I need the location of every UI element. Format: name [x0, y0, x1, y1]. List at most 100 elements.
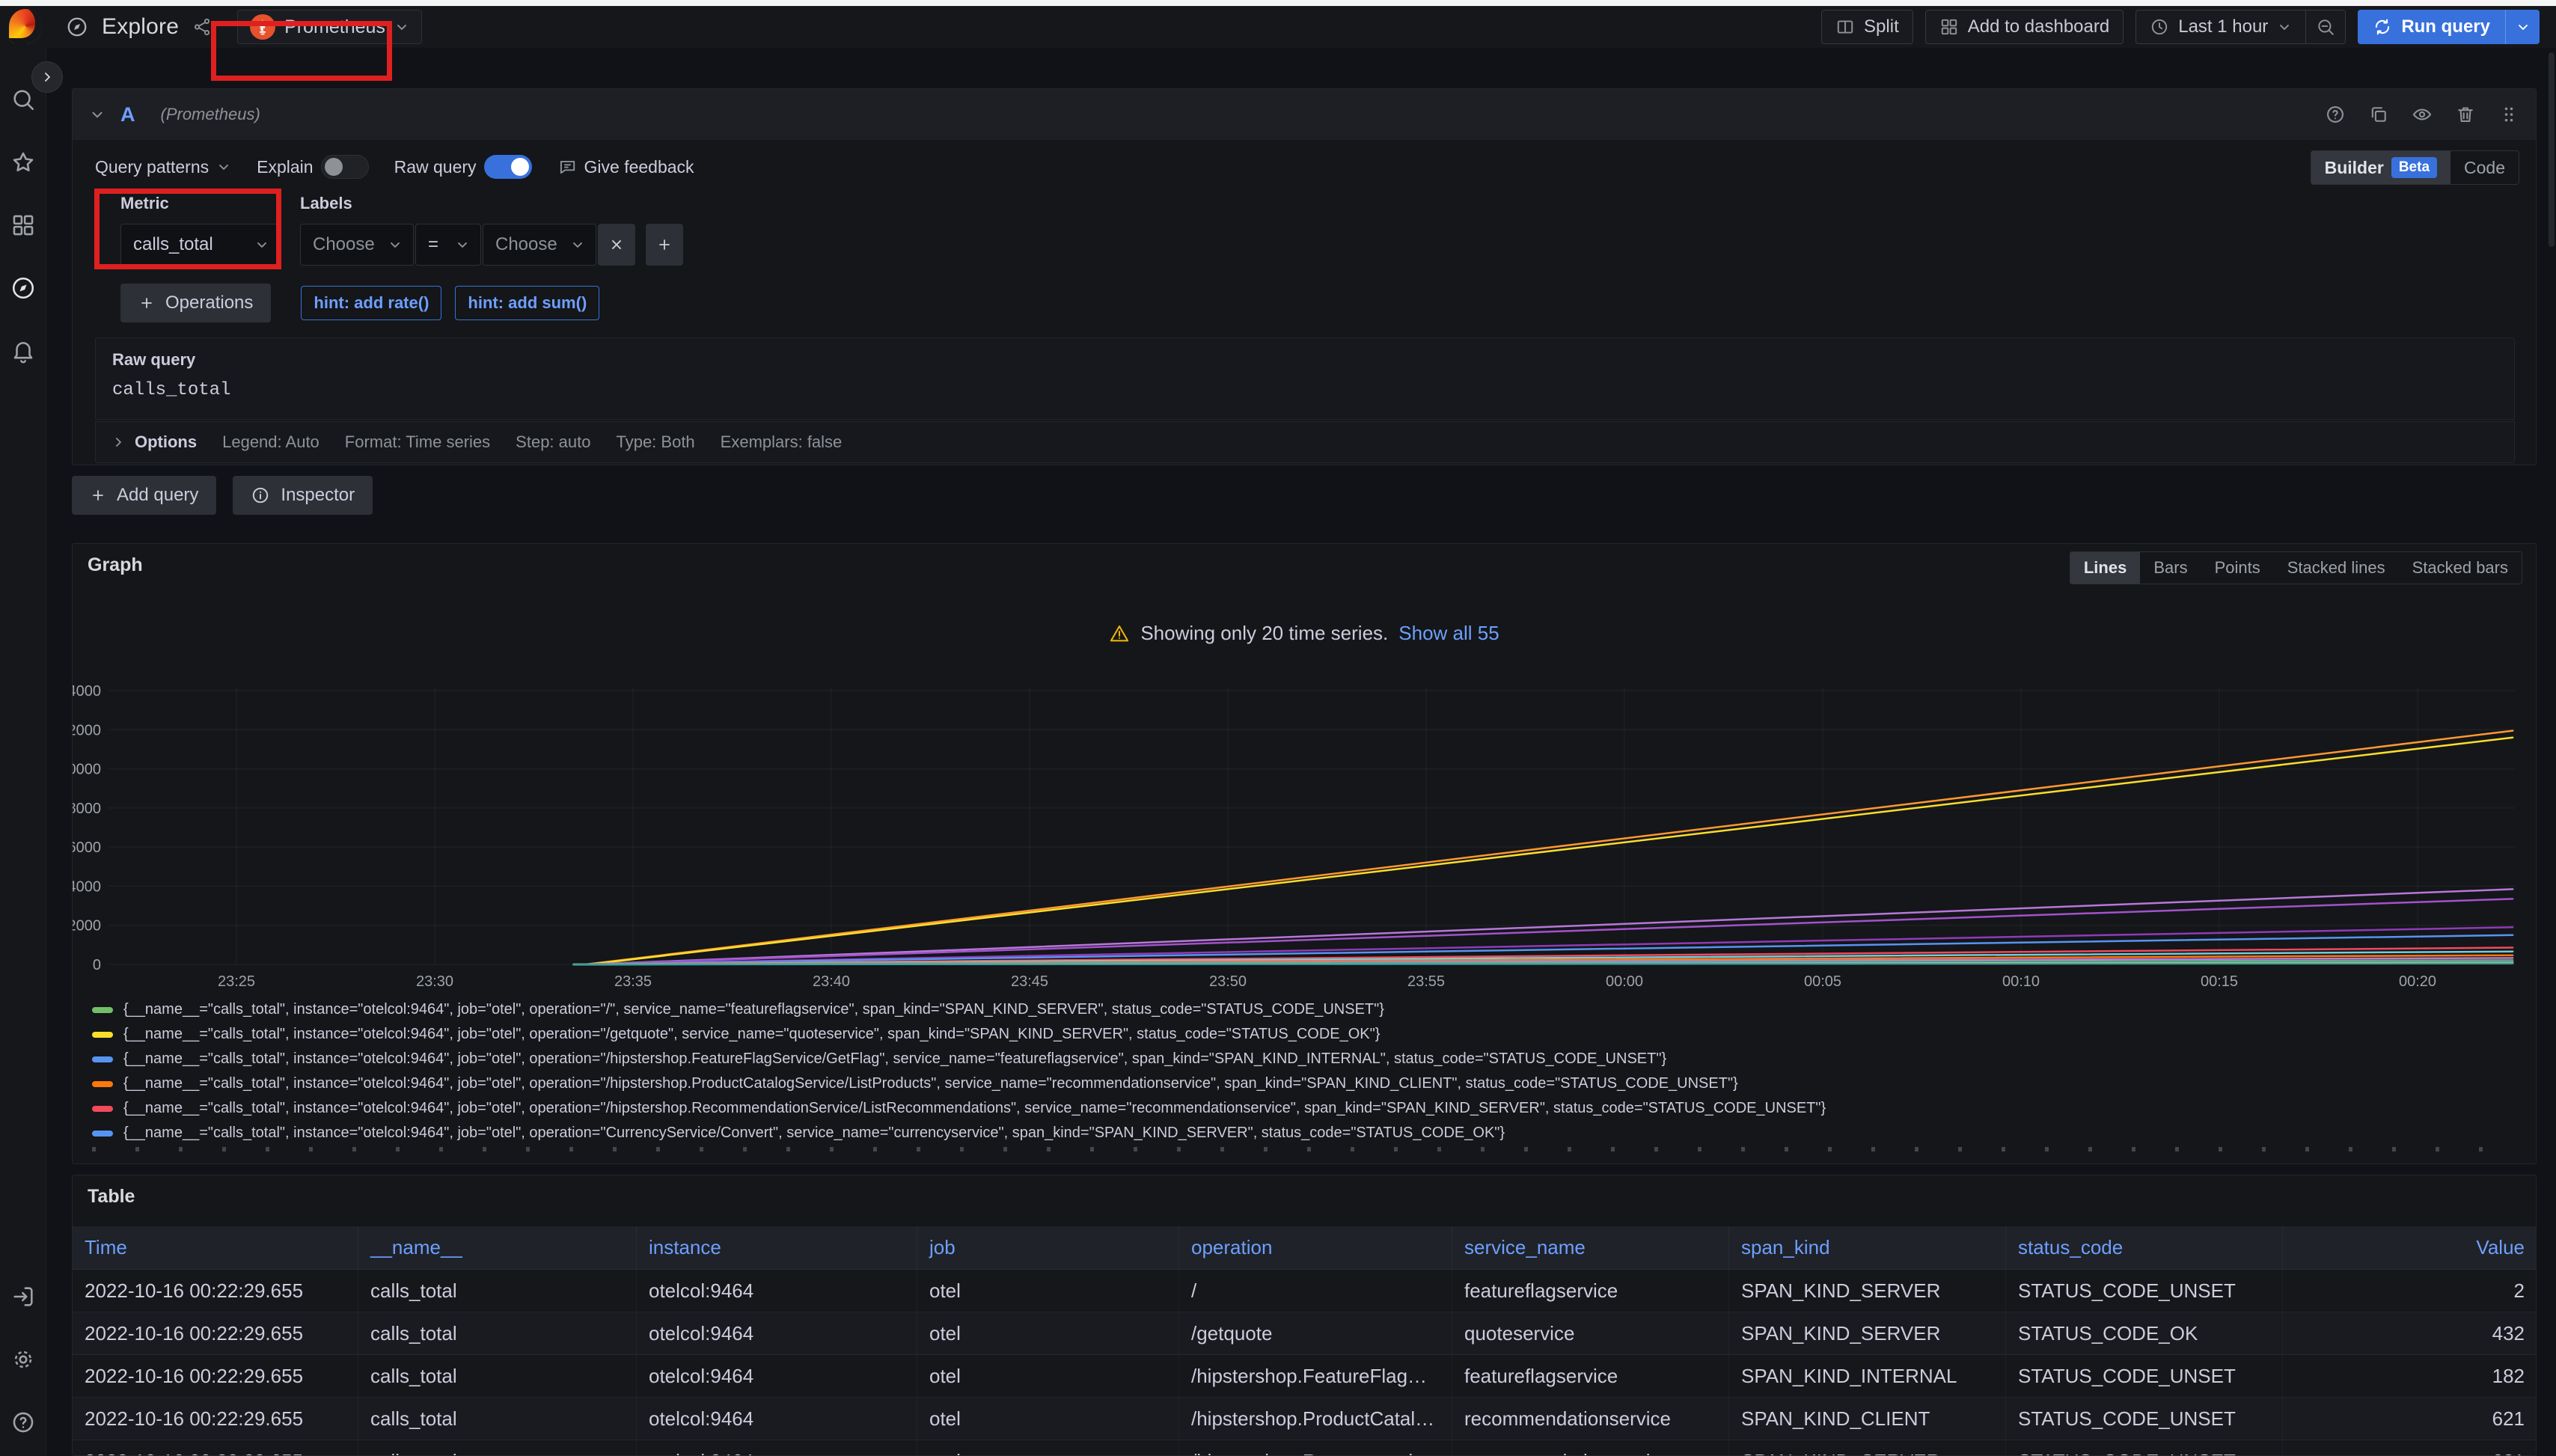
- gear-icon[interactable]: [10, 1347, 36, 1372]
- query-hint-button-0[interactable]: hint: add rate(): [301, 286, 441, 320]
- column-header-spankind[interactable]: span_kind: [1729, 1226, 2006, 1269]
- zoom-out-button[interactable]: [2306, 10, 2346, 44]
- raw-query-toggle-label: Raw query: [394, 157, 477, 177]
- svg-text:23:35: 23:35: [614, 973, 652, 990]
- sign-in-icon[interactable]: [10, 1284, 36, 1309]
- sidebar-expand-button[interactable]: [31, 61, 63, 93]
- raw-query-toggle[interactable]: [484, 155, 532, 179]
- column-header-time[interactable]: Time: [73, 1226, 358, 1269]
- label-op-select[interactable]: =: [415, 224, 481, 266]
- svg-text:4000: 4000: [72, 878, 101, 895]
- collapse-query-icon[interactable]: [89, 106, 106, 123]
- column-header-operation[interactable]: operation: [1179, 1226, 1452, 1269]
- share-icon[interactable]: [192, 17, 212, 37]
- label-op-value: =: [428, 234, 438, 255]
- give-feedback-link[interactable]: Give feedback: [557, 157, 694, 177]
- time-series-chart[interactable]: 0200040006000800010000120001400023:2523:…: [73, 678, 2537, 997]
- query-patterns-dropdown[interactable]: Query patterns: [95, 157, 231, 177]
- query-actions: Add query Inspector: [72, 476, 373, 515]
- query-datasource-note: (Prometheus): [161, 105, 260, 124]
- add-operations-button[interactable]: Operations: [120, 284, 271, 322]
- help-icon[interactable]: [10, 1410, 36, 1435]
- column-header-statuscode[interactable]: status_code: [2006, 1226, 2283, 1269]
- query-hint-button-1[interactable]: hint: add sum(): [455, 286, 599, 320]
- comment-icon: [557, 157, 577, 177]
- graph-style-tab-points[interactable]: Points: [2201, 552, 2274, 584]
- legend-item-1[interactable]: {__name__="calls_total", instance="otelc…: [92, 1022, 2516, 1047]
- label-value-select[interactable]: Choose: [483, 224, 596, 266]
- zoom-out-icon: [2316, 17, 2335, 37]
- add-to-dashboard-button[interactable]: Add to dashboard: [1925, 10, 2124, 44]
- svg-text:23:50: 23:50: [1209, 973, 1247, 990]
- query-row-header[interactable]: A (Prometheus): [73, 89, 2536, 140]
- graph-style-tab-stacked-lines[interactable]: Stacked lines: [2274, 552, 2399, 584]
- grafana-logo[interactable]: [9, 9, 42, 43]
- column-header-job[interactable]: job: [917, 1226, 1179, 1269]
- table-cell: otelcol:9464: [637, 1312, 917, 1354]
- builder-mode-tab[interactable]: Builder Beta: [2311, 151, 2450, 184]
- operations-row: Operations hint: add rate() hint: add sum…: [120, 284, 599, 322]
- inspector-button[interactable]: Inspector: [233, 476, 373, 515]
- table-cell: featureflagservice: [1452, 1355, 1729, 1397]
- options-expander[interactable]: Options: [111, 432, 197, 452]
- grafana-explore-screen: Explore Prometheus Split Add to dashboar…: [0, 0, 2556, 1456]
- run-query-dropdown[interactable]: [2505, 10, 2540, 44]
- graph-style-tab-bars[interactable]: Bars: [2140, 552, 2201, 584]
- graph-style-tab-stacked-bars[interactable]: Stacked bars: [2399, 552, 2522, 584]
- graph-style-tab-lines[interactable]: Lines: [2070, 552, 2140, 584]
- code-mode-tab[interactable]: Code: [2450, 151, 2519, 184]
- query-hints: hint: add rate() hint: add sum(): [301, 286, 599, 320]
- series-limit-warning: Showing only 20 time series. Show all 55: [73, 622, 2536, 645]
- svg-text:23:25: 23:25: [218, 973, 255, 990]
- table-row-3: 2022-10-16 00:22:29.655calls_totalotelco…: [73, 1398, 2537, 1440]
- add-query-button[interactable]: Add query: [72, 476, 216, 515]
- show-all-series-link[interactable]: Show all 55: [1398, 622, 1499, 645]
- chevron-down-icon: [394, 19, 409, 34]
- label-name-select[interactable]: Choose: [300, 224, 414, 266]
- table-cell: calls_total: [358, 1398, 637, 1440]
- close-icon: [608, 236, 625, 253]
- search-icon[interactable]: [10, 87, 36, 112]
- table-cell: otelcol:9464: [637, 1440, 917, 1456]
- split-button[interactable]: Split: [1821, 10, 1913, 44]
- help-icon[interactable]: [2325, 104, 2346, 125]
- star-icon[interactable]: [10, 150, 36, 175]
- run-query-button[interactable]: Run query: [2358, 10, 2505, 44]
- legend-item-2[interactable]: {__name__="calls_total", instance="otelc…: [92, 1047, 2516, 1071]
- legend-item-3[interactable]: {__name__="calls_total", instance="otelc…: [92, 1071, 2516, 1096]
- metric-label: Metric: [120, 194, 281, 213]
- time-range-picker[interactable]: Last 1 hour: [2135, 10, 2306, 44]
- column-header-name[interactable]: __name__: [358, 1226, 637, 1269]
- remove-label-filter-button[interactable]: [598, 224, 635, 266]
- query-ref-id: A: [120, 103, 135, 126]
- table-row-0: 2022-10-16 00:22:29.655calls_totalotelco…: [73, 1270, 2537, 1312]
- column-header-servicename[interactable]: service_name: [1452, 1226, 1729, 1269]
- metric-select[interactable]: calls_total: [120, 224, 281, 266]
- scrollbar-thumb[interactable]: [2549, 52, 2555, 247]
- legend-color-mark: [92, 1032, 113, 1038]
- legend-item-0[interactable]: {__name__="calls_total", instance="otelc…: [92, 997, 2516, 1022]
- drag-handle-icon[interactable]: [2498, 104, 2519, 125]
- explain-toggle[interactable]: [321, 155, 369, 179]
- compass-icon[interactable]: [10, 275, 36, 301]
- table-cell: 2022-10-16 00:22:29.655: [73, 1270, 358, 1312]
- svg-text:23:40: 23:40: [813, 973, 850, 990]
- column-header-value[interactable]: Value: [2283, 1226, 2537, 1269]
- table-cell: 2022-10-16 00:22:29.655: [73, 1398, 358, 1440]
- clock-icon: [2150, 17, 2169, 37]
- delete-query-icon[interactable]: [2455, 104, 2476, 125]
- add-label-filter-button[interactable]: [646, 224, 683, 266]
- toggle-visibility-icon[interactable]: [2412, 104, 2433, 125]
- legend-item-4[interactable]: {__name__="calls_total", instance="otelc…: [92, 1096, 2516, 1121]
- table-cell: SPAN_KIND_SERVER: [1729, 1270, 2006, 1312]
- info-icon: [251, 486, 270, 505]
- apps-icon[interactable]: [10, 212, 36, 238]
- bell-icon[interactable]: [10, 338, 36, 364]
- legend-label: {__name__="calls_total", instance="otelc…: [123, 1001, 1384, 1018]
- column-header-instance[interactable]: instance: [637, 1226, 917, 1269]
- datasource-picker[interactable]: Prometheus: [237, 10, 422, 44]
- legend-label: {__name__="calls_total", instance="otelc…: [123, 1075, 1738, 1092]
- svg-text:00:05: 00:05: [1804, 973, 1841, 990]
- legend-item-5[interactable]: {__name__="calls_total", instance="otelc…: [92, 1121, 2516, 1145]
- copy-query-icon[interactable]: [2368, 104, 2389, 125]
